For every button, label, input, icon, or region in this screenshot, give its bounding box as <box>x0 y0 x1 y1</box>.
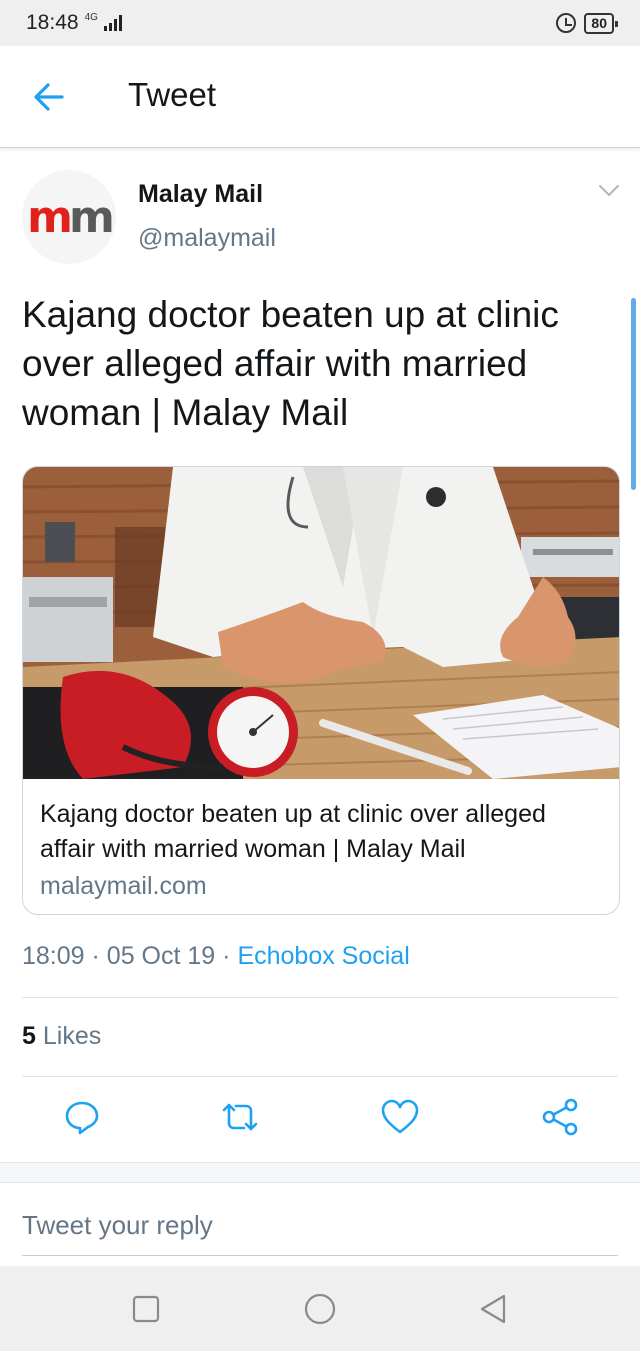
likes-count[interactable]: 5 Likes <box>22 1022 101 1051</box>
tweet-text: Kajang doctor beaten up at clinic over a… <box>22 294 559 433</box>
malay-mail-logo: mm <box>27 191 115 243</box>
network-type: 4G <box>84 11 98 23</box>
status-left: 18:48 4G <box>26 11 122 35</box>
author-handle[interactable]: @malaymail <box>138 224 276 253</box>
author-name[interactable]: Malay Mail <box>138 180 263 209</box>
tweet-time: 18:09 <box>22 942 85 970</box>
recent-apps-icon[interactable] <box>129 1292 163 1326</box>
status-time: 18:48 <box>26 11 79 34</box>
status-bar: 18:48 4G 80 <box>0 0 640 46</box>
status-right: 80 <box>556 12 618 34</box>
home-icon[interactable] <box>303 1292 337 1326</box>
card-image <box>23 467 619 779</box>
heart-icon[interactable] <box>378 1095 422 1139</box>
signal-icon <box>103 15 122 31</box>
alarm-icon <box>556 13 577 33</box>
system-nav-bar <box>0 1266 640 1351</box>
battery-level: 80 <box>591 14 607 31</box>
meta-separator: · <box>222 942 238 970</box>
back-nav-icon[interactable] <box>476 1292 510 1326</box>
comment-icon[interactable] <box>60 1095 104 1139</box>
battery-icon: 80 <box>584 12 618 34</box>
reply-input[interactable] <box>22 1196 618 1256</box>
card-title: Kajang doctor beaten up at clinic over a… <box>40 800 546 863</box>
likes-label: Likes <box>42 1022 102 1050</box>
scrollbar[interactable] <box>631 298 636 490</box>
meta-separator: · <box>91 942 107 970</box>
card-domain: malaymail.com <box>40 872 207 900</box>
page-title: Tweet <box>128 76 217 113</box>
divider <box>22 997 618 998</box>
tweet-meta: 18:09 · 05 Oct 19 · Echobox Social <box>22 942 410 971</box>
avatar[interactable]: mm <box>22 170 116 264</box>
divider <box>22 1076 618 1077</box>
section-separator <box>0 1162 640 1183</box>
app-header: Tweet <box>0 46 640 148</box>
share-icon[interactable] <box>538 1095 582 1139</box>
doctor-photo <box>23 467 619 779</box>
tweet-source-link[interactable]: Echobox Social <box>237 942 409 970</box>
card-body: Kajang doctor beaten up at clinic over a… <box>40 797 600 904</box>
action-bar <box>0 1095 640 1145</box>
link-card[interactable]: Kajang doctor beaten up at clinic over a… <box>22 466 620 915</box>
tweet-date: 05 Oct 19 <box>106 942 216 970</box>
arrow-left-icon[interactable] <box>32 80 66 114</box>
chevron-down-icon[interactable] <box>598 184 620 198</box>
retweet-icon[interactable] <box>218 1095 262 1139</box>
likes-number: 5 <box>22 1022 36 1050</box>
